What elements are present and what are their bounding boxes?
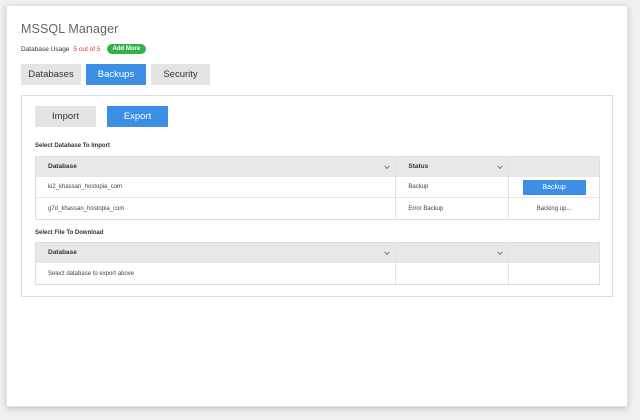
action-cell: Backing up... bbox=[509, 198, 599, 219]
table-row[interactable]: g7d_khassan_hostopia_com Error Backup Ba… bbox=[36, 198, 599, 219]
download-section-label: Select File To Download bbox=[35, 230, 104, 236]
page-title: MSSQL Manager bbox=[21, 22, 119, 36]
tab-databases[interactable]: Databases bbox=[21, 64, 81, 85]
import-button[interactable]: Import bbox=[35, 106, 96, 127]
backups-panel: Import Export Select Database To Import … bbox=[21, 95, 613, 297]
database-usage: Database Usage 5 out of 5 Add More bbox=[21, 44, 147, 54]
table-header: Database bbox=[36, 243, 599, 263]
column-header-status[interactable]: Status bbox=[396, 157, 510, 176]
chevron-down-icon[interactable] bbox=[497, 248, 504, 255]
column-header-action bbox=[509, 157, 599, 176]
status-cell: Error Backup bbox=[396, 198, 510, 219]
table-row: Select database to export above bbox=[36, 263, 599, 284]
column-header-database[interactable]: Database bbox=[36, 243, 397, 262]
column-header-label: Database bbox=[48, 249, 77, 256]
column-header-label: Database bbox=[48, 163, 77, 170]
status-cell: Backup bbox=[396, 177, 510, 197]
table-row[interactable]: ki2_khassan_hostopia_com Backup Backup bbox=[36, 177, 599, 198]
empty-cell bbox=[509, 263, 599, 284]
backup-button[interactable]: Backup bbox=[522, 179, 586, 195]
import-section-label: Select Database To Import bbox=[35, 143, 110, 149]
column-header-2[interactable] bbox=[396, 243, 510, 262]
table-header: Database Status bbox=[36, 157, 599, 177]
tab-backups[interactable]: Backups bbox=[86, 64, 146, 85]
chevron-down-icon[interactable] bbox=[497, 162, 504, 169]
download-table: Database Select database to export above bbox=[35, 242, 600, 285]
chevron-down-icon[interactable] bbox=[384, 248, 391, 255]
column-header-3 bbox=[509, 243, 599, 262]
export-button[interactable]: Export bbox=[107, 106, 168, 127]
column-header-database[interactable]: Database bbox=[36, 157, 397, 176]
chevron-down-icon[interactable] bbox=[384, 162, 391, 169]
usage-count: 5 out of 5 bbox=[73, 45, 101, 53]
action-cell: Backup bbox=[509, 177, 599, 197]
import-table: Database Status ki2_khassan_hostopia_com… bbox=[35, 156, 600, 220]
database-cell: g7d_khassan_hostopia_com bbox=[36, 198, 397, 219]
column-header-label: Status bbox=[408, 163, 429, 170]
database-cell: ki2_khassan_hostopia_com bbox=[36, 177, 397, 197]
empty-cell bbox=[396, 263, 510, 284]
app-window: MSSQL Manager Database Usage 5 out of 5 … bbox=[6, 5, 628, 407]
usage-label: Database Usage bbox=[21, 45, 70, 53]
empty-message: Select database to export above bbox=[36, 263, 397, 284]
backing-up-status: Backing up... bbox=[536, 205, 572, 212]
add-more-button[interactable]: Add More bbox=[106, 44, 147, 54]
tab-bar: Databases Backups Security bbox=[21, 64, 210, 85]
tab-security[interactable]: Security bbox=[151, 64, 210, 85]
